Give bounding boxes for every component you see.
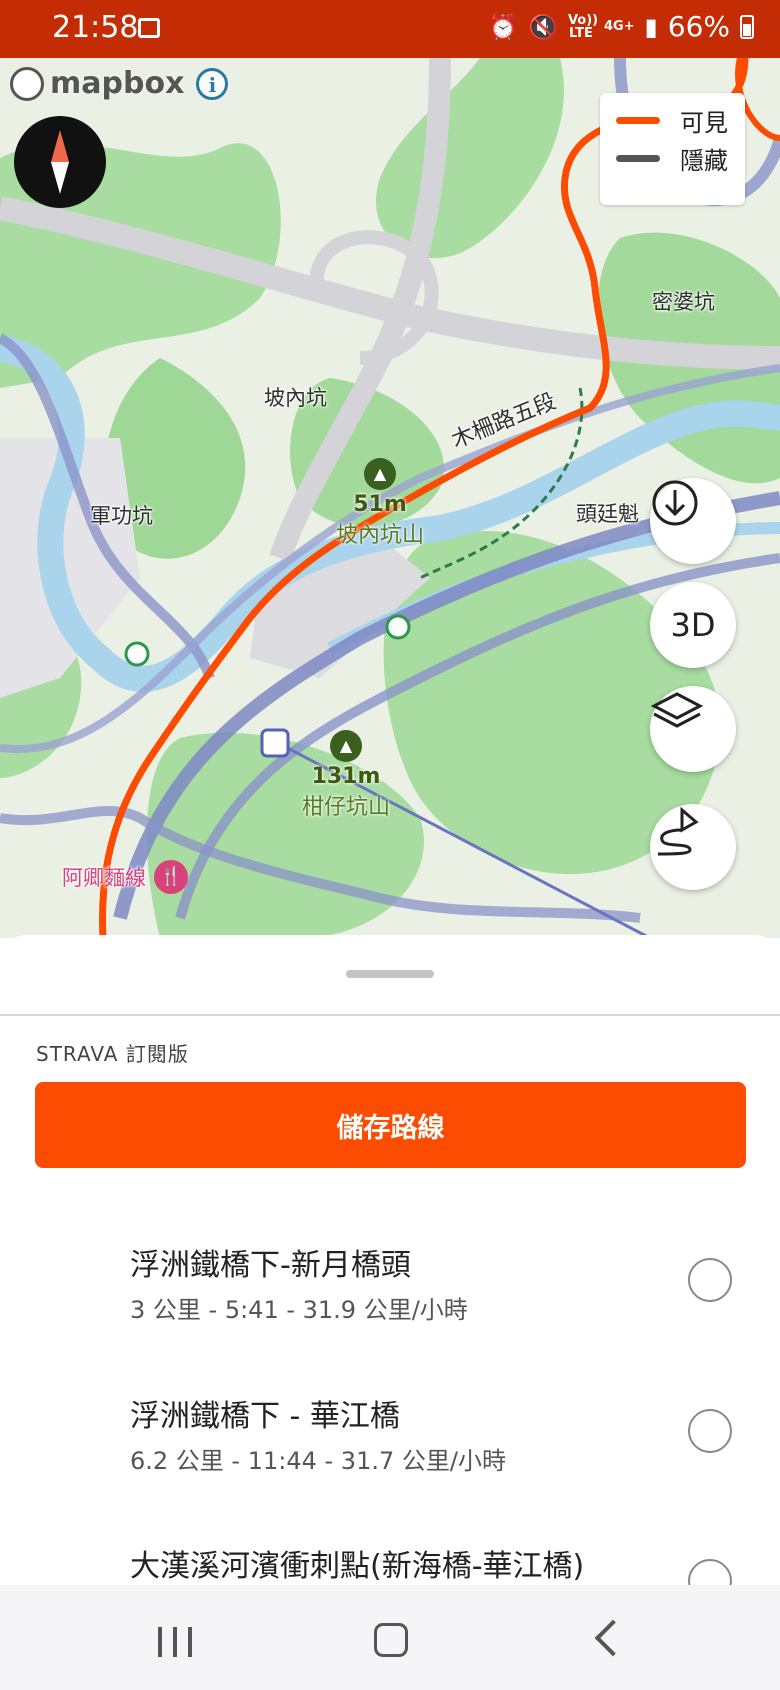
mapbox-wordmark: mapbox	[50, 66, 185, 101]
recent-apps-icon[interactable]	[158, 1627, 192, 1657]
peak-marker[interactable]: ▲ 51m 坡內坑山	[320, 458, 440, 549]
mountain-icon: ▲	[364, 458, 396, 490]
mute-icon: 🔇	[528, 12, 558, 41]
route-icon	[657, 806, 699, 856]
signal-icon: ▮	[644, 12, 658, 41]
back-icon[interactable]	[594, 1619, 632, 1657]
status-time: 21:58	[52, 10, 139, 45]
battery-percent: 66%	[667, 10, 730, 43]
legend-hidden-label: 隱藏	[680, 146, 728, 175]
peak-name: 柑仔坑山	[301, 795, 390, 820]
status-icons: ⏰ 🔇 Vo)) LTE 4G+ ▮ 66%	[488, 10, 754, 43]
download-icon	[652, 480, 698, 526]
legend-visible-swatch	[616, 116, 660, 124]
route-list-item[interactable]: 浮洲鐵橋下-新月橋頭 3 公里 - 5:41 - 31.9 公里/小時	[0, 1240, 780, 1380]
peak-name: 坡內坑山	[335, 523, 424, 548]
place-label: 密婆坑	[652, 290, 715, 314]
save-route-button[interactable]: 儲存路線	[35, 1082, 746, 1168]
alarm-icon: ⏰	[488, 12, 519, 41]
3d-label: 3D	[670, 606, 716, 644]
route-radio[interactable]	[688, 1409, 732, 1453]
home-icon[interactable]	[374, 1623, 408, 1657]
download-button[interactable]	[650, 478, 736, 564]
bottom-sheet: STRAVA 訂閱版 儲存路線 浮洲鐵橋下-新月橋頭 3 公里 - 5:41 -…	[0, 935, 780, 1603]
status-bar: 21:58 ⏰ 🔇 Vo)) LTE 4G+ ▮ 66%	[0, 0, 780, 58]
mapbox-logo-icon	[10, 66, 44, 101]
route-builder-button[interactable]	[650, 804, 736, 890]
route-list-item[interactable]: 浮洲鐵橋下 - 華江橋 6.2 公里 - 11:44 - 31.7 公里/小時	[0, 1391, 780, 1531]
battery-icon	[740, 14, 754, 39]
peak-elevation: 51m	[353, 492, 407, 517]
route-title: 大漢溪河濱衝刺點(新海橋-華江橋)	[130, 1549, 585, 1584]
legend-visible-label: 可見	[680, 108, 728, 137]
place-label: 坡內坑	[264, 386, 327, 410]
restaurant-icon: 🍴	[154, 860, 188, 894]
map-legend: 可見 隱藏	[600, 93, 745, 205]
mapbox-attribution: mapbox i	[10, 66, 229, 101]
route-radio[interactable]	[688, 1258, 732, 1302]
compass-south-icon	[51, 162, 69, 194]
map-view[interactable]: mapbox i 可見 隱藏 密婆坑 坡內坑 軍功坑 頭廷魁 木柵路五段 ▲ 5…	[0, 58, 780, 938]
legend-visible-row: 可見	[600, 101, 745, 139]
divider	[0, 1014, 780, 1016]
subscription-label: STRAVA 訂閱版	[36, 1042, 189, 1066]
network-type: 4G+	[603, 19, 635, 34]
legend-hidden-swatch	[616, 154, 660, 162]
route-stats: 3 公里 - 5:41 - 31.9 公里/小時	[130, 1296, 468, 1324]
place-label: 頭廷魁	[576, 502, 639, 526]
sheet-drag-handle[interactable]	[346, 970, 434, 978]
compass-north-icon	[51, 130, 69, 162]
place-label: 軍功坑	[90, 504, 153, 528]
system-nav-bar	[0, 1585, 780, 1690]
3d-button[interactable]: 3D	[650, 582, 736, 668]
route-stats: 6.2 公里 - 11:44 - 31.7 公里/小時	[130, 1447, 506, 1475]
mountain-icon: ▲	[330, 730, 362, 762]
route-title: 浮洲鐵橋下 - 華江橋	[130, 1399, 400, 1434]
layers-icon	[650, 692, 704, 728]
info-icon[interactable]: i	[196, 67, 229, 100]
route-title: 浮洲鐵橋下-新月橋頭	[130, 1248, 411, 1283]
poi-name: 阿卿麵線	[62, 866, 146, 890]
peak-marker[interactable]: ▲ 131m 柑仔坑山	[286, 730, 406, 821]
legend-hidden-row: 隱藏	[600, 139, 745, 177]
compass-button[interactable]	[14, 116, 106, 208]
gallery-icon	[138, 18, 160, 38]
volte-indicator: Vo)) LTE	[567, 12, 599, 41]
peak-elevation: 131m	[311, 764, 381, 789]
layers-button[interactable]	[650, 686, 736, 772]
poi-marker[interactable]: 阿卿麵線 🍴	[62, 860, 188, 894]
